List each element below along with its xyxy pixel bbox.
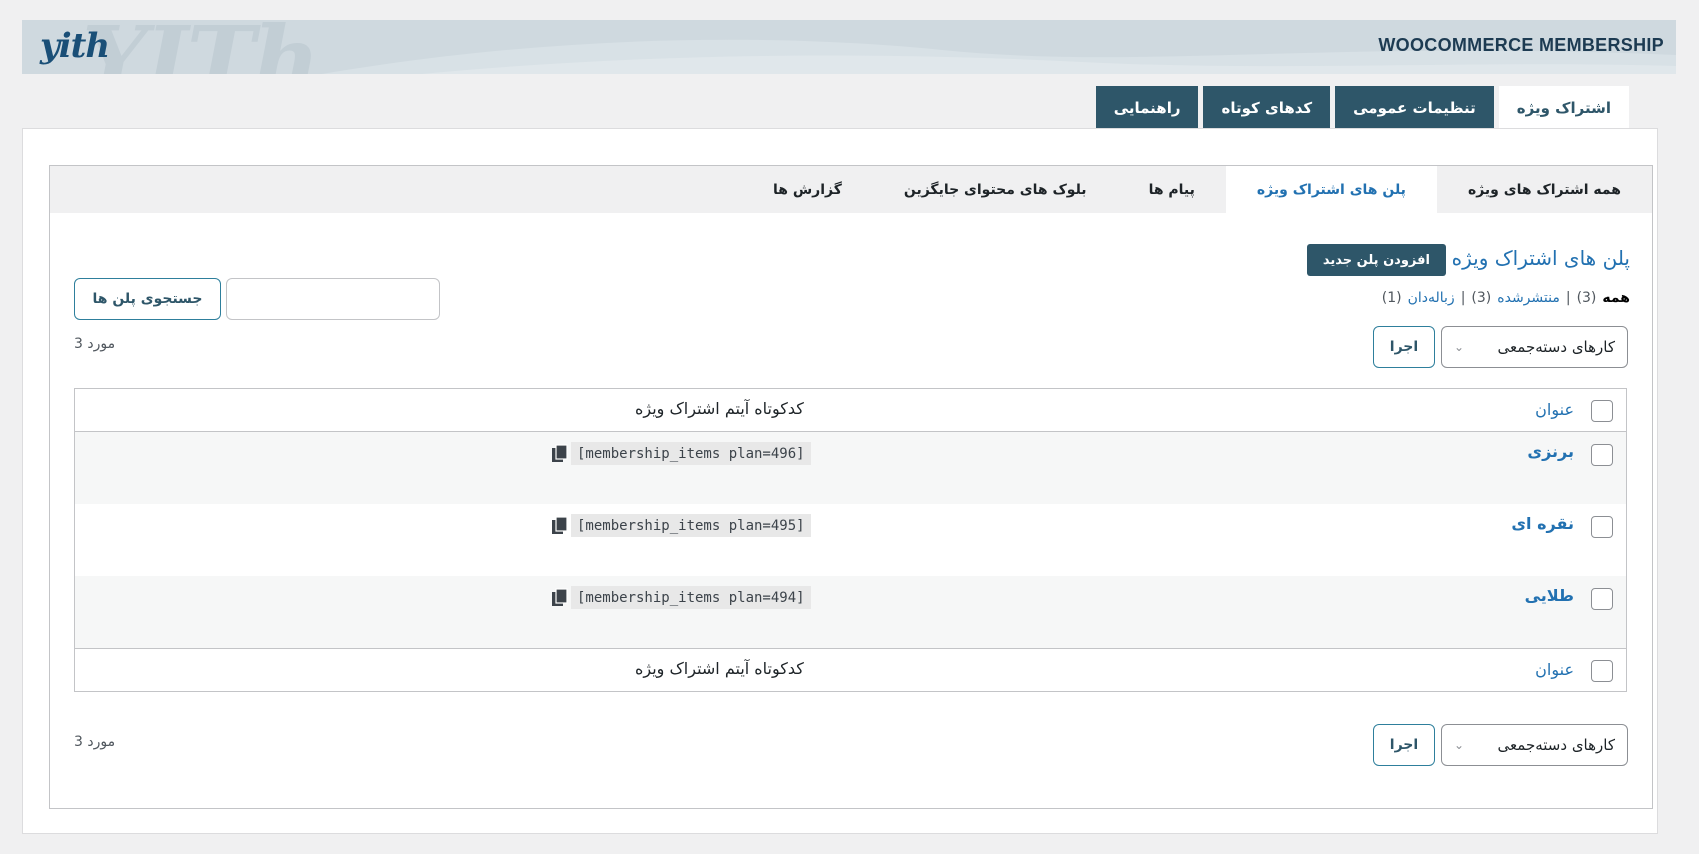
table-header-row: عنوان کدکوتاه آیتم اشتراک ویژه xyxy=(75,389,1626,432)
filter-published[interactable]: منتشرشده xyxy=(1497,290,1560,306)
chevron-down-icon: ⌄ xyxy=(1454,340,1465,354)
apply-button-bottom[interactable]: اجرا xyxy=(1373,724,1435,766)
shortcode-value: [membership_items plan=496] xyxy=(571,442,811,465)
status-filter-links: همه (3) | منتشرشده (3) | زباله‌دان (1) xyxy=(1382,290,1630,306)
bulk-actions-selected-value: کارهای دسته‌جمعی xyxy=(1497,736,1615,754)
content-box: همه اشتراک های ویژه پلن های اشتراک ویژه … xyxy=(49,165,1653,809)
tab-help[interactable]: راهنمایی xyxy=(1095,86,1199,129)
copy-icon[interactable] xyxy=(551,444,569,464)
search-plans-input[interactable] xyxy=(226,278,440,320)
items-count-top: 3 مورد xyxy=(74,336,116,352)
plans-table: عنوان کدکوتاه آیتم اشتراک ویژه برنزی [me… xyxy=(74,388,1627,692)
select-all-checkbox[interactable] xyxy=(1591,400,1613,422)
banner-watermark: YITh xyxy=(82,20,320,74)
apply-button-top[interactable]: اجرا xyxy=(1373,326,1435,368)
tab-general-settings[interactable]: تنظیمات عمومی xyxy=(1335,86,1494,129)
select-all-checkbox-footer[interactable] xyxy=(1591,660,1613,682)
search-plans-button[interactable]: جستجوی پلن ها xyxy=(74,278,221,320)
row-checkbox[interactable] xyxy=(1591,444,1613,466)
top-tab-bar: اشتراک ویژه تنظیمات عمومی کدهای کوتاه را… xyxy=(1095,86,1629,130)
filter-trash[interactable]: زباله‌دان xyxy=(1408,290,1455,306)
filter-separator: | xyxy=(1565,290,1571,306)
filter-all[interactable]: همه xyxy=(1602,290,1630,306)
shortcode-value: [membership_items plan=494] xyxy=(571,586,811,609)
filter-separator: | xyxy=(1460,290,1466,306)
plan-title-link[interactable]: برنزی xyxy=(1527,442,1574,461)
column-header-title[interactable]: عنوان xyxy=(1535,400,1574,419)
main-panel: همه اشتراک های ویژه پلن های اشتراک ویژه … xyxy=(22,128,1658,834)
product-title: WOOCOMMERCE MEMBERSHIP xyxy=(1378,35,1664,55)
table-footer-row: عنوان کدکوتاه آیتم اشتراک ویژه xyxy=(75,648,1626,691)
column-footer-shortcode: کدکوتاه آیتم اشتراک ویژه xyxy=(635,659,804,678)
bulk-actions-select-bottom[interactable]: کارهای دسته‌جمعی ⌄ xyxy=(1441,724,1628,766)
sub-tab-bar: همه اشتراک های ویژه پلن های اشتراک ویژه … xyxy=(50,166,1652,213)
chevron-down-icon: ⌄ xyxy=(1454,738,1465,752)
copy-icon[interactable] xyxy=(551,588,569,608)
yith-logo: yith xyxy=(40,26,110,66)
plan-title-link[interactable]: نقره ای xyxy=(1511,514,1574,533)
tab-memberships[interactable]: اشتراک ویژه xyxy=(1498,86,1629,130)
bulk-actions-select-top[interactable]: کارهای دسته‌جمعی ⌄ xyxy=(1441,326,1628,368)
plugin-header-banner: YITh yith WOOCOMMERCE MEMBERSHIP xyxy=(22,20,1676,74)
table-row: برنزی [membership_items plan=496] xyxy=(75,432,1626,504)
add-new-plan-button[interactable]: افزودن پلن جدید xyxy=(1306,244,1446,276)
row-checkbox[interactable] xyxy=(1591,588,1613,610)
subtab-alternative-content-blocks[interactable]: بلوک های محتوای جایگزین xyxy=(873,166,1118,213)
filter-trash-count: (1) xyxy=(1381,290,1402,306)
plan-title-link[interactable]: طلایی xyxy=(1525,586,1574,605)
column-header-shortcode: کدکوتاه آیتم اشتراک ویژه xyxy=(635,399,804,418)
subtab-reports[interactable]: گزارش ها xyxy=(742,166,873,213)
filter-published-count: (3) xyxy=(1471,290,1492,306)
filter-all-count: (3) xyxy=(1576,290,1597,306)
subtab-messages[interactable]: پیام ها xyxy=(1118,166,1226,213)
table-row: طلایی [membership_items plan=494] xyxy=(75,576,1626,648)
table-row: نقره ای [membership_items plan=495] xyxy=(75,504,1626,576)
bulk-actions-selected-value: کارهای دسته‌جمعی xyxy=(1497,338,1615,356)
page-title: پلن های اشتراک ویژه xyxy=(1451,246,1630,270)
subtab-membership-plans[interactable]: پلن های اشتراک ویژه xyxy=(1225,166,1437,213)
copy-icon[interactable] xyxy=(551,516,569,536)
subtab-all-memberships[interactable]: همه اشتراک های ویژه xyxy=(1437,166,1652,213)
shortcode-value: [membership_items plan=495] xyxy=(571,514,811,537)
tab-shortcodes[interactable]: کدهای کوتاه xyxy=(1203,86,1331,129)
column-footer-title[interactable]: عنوان xyxy=(1535,660,1574,679)
items-count-bottom: 3 مورد xyxy=(74,734,116,750)
row-checkbox[interactable] xyxy=(1591,516,1613,538)
